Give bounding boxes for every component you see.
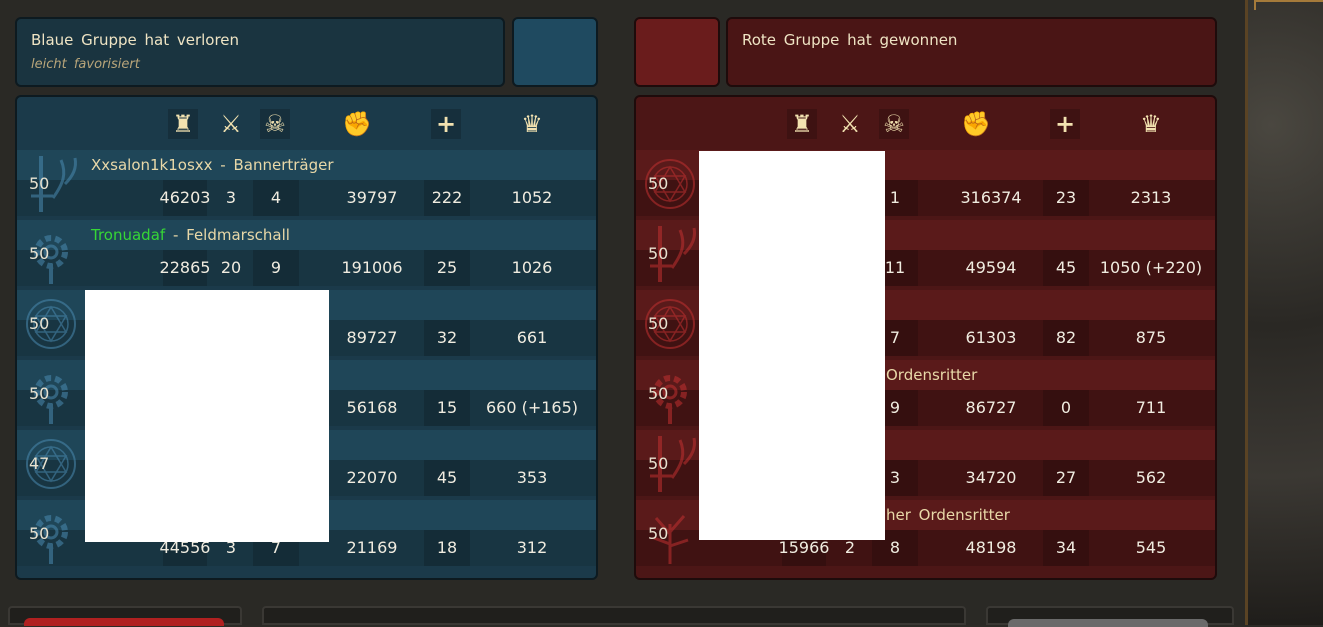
player-level: 50	[648, 384, 669, 403]
red-team-header: Rote Gruppe hat gewonnen	[726, 17, 1217, 87]
crossed-swords-icon: ⚔	[839, 110, 861, 138]
player-name-line: her Ordensritter	[886, 506, 1010, 524]
fist-icon: ✊	[961, 110, 991, 138]
bottom-panel-center	[262, 606, 966, 625]
player-level: 50	[648, 174, 669, 193]
player-row[interactable]: 50 Tronuadaf - Feldmarschall 22865 20 9 19100…	[17, 220, 596, 290]
stat-v6: 545	[1135, 538, 1167, 557]
name-separator: -	[165, 226, 187, 244]
crossed-swords-icon: ⚔	[220, 110, 242, 138]
stat-v6: 562	[1135, 468, 1167, 487]
player-level: 50	[29, 244, 50, 263]
blue-team-header: Blaue Gruppe hat verloren leicht favoris…	[15, 17, 505, 87]
background-scenery	[1245, 0, 1323, 625]
column-header: ♜ ⚔ ☠ ✊ + ♛	[17, 97, 596, 152]
player-name: Xxsalon1k1osxx	[91, 156, 213, 174]
player-level: 50	[29, 384, 50, 403]
plus-icon: +	[431, 109, 461, 139]
stat-v6: 1052	[511, 188, 553, 207]
red-team-banner-slot	[634, 17, 720, 87]
fist-icon: ✊	[342, 110, 372, 138]
player-level: 50	[648, 314, 669, 333]
skull-icon: ☠	[260, 109, 290, 139]
crown-icon: ♛	[521, 110, 543, 138]
rook-icon: ♜	[787, 109, 817, 139]
stat-v6: 711	[1135, 398, 1167, 417]
skull-icon: ☠	[879, 109, 909, 139]
player-level: 50	[648, 454, 669, 473]
stat-v6: 353	[516, 468, 548, 487]
column-header: ♜ ⚔ ☠ ✊ + ♛	[636, 97, 1215, 152]
red-team-status: Rote Gruppe hat gewonnen	[742, 31, 958, 49]
blue-team-banner-slot	[512, 17, 598, 87]
blue-team-status: Blaue Gruppe hat verloren	[31, 31, 240, 49]
redacted-area	[85, 290, 329, 542]
stat-v6: 661	[516, 328, 548, 347]
crown-icon: ♛	[1140, 110, 1162, 138]
player-title: Ordensritter	[886, 366, 978, 384]
player-level: 50	[648, 524, 669, 543]
player-name-line: Ordensritter	[886, 366, 977, 384]
blue-team-favor: leicht favorisiert	[31, 57, 140, 72]
player-level: 50	[29, 524, 50, 543]
player-level: 50	[648, 244, 669, 263]
stat-v6: 312	[516, 538, 548, 557]
stat-v6: 1026	[511, 258, 553, 277]
rook-icon: ♜	[168, 109, 198, 139]
stat-v6: 660 (+165)	[485, 398, 579, 417]
name-separator: -	[212, 156, 234, 174]
player-level: 47	[29, 454, 50, 473]
player-name-line: Tronuadaf - Feldmarschall	[91, 226, 290, 244]
secondary-button[interactable]	[1008, 619, 1208, 627]
player-name-line: Xxsalon1k1osxx - Bannerträger	[91, 156, 334, 174]
player-level: 50	[29, 174, 50, 193]
plus-icon: +	[1050, 109, 1080, 139]
stat-v6: 2313	[1130, 188, 1172, 207]
player-row[interactable]: 50 Xxsalon1k1osxx - Bannerträger 46203 3 4 39…	[17, 150, 596, 220]
player-title: her Ordensritter	[886, 506, 1010, 524]
stat-v6: 1050 (+220)	[1099, 258, 1203, 277]
player-level: 50	[29, 314, 50, 333]
player-name: Tronuadaf	[91, 226, 166, 244]
stat-v6: 875	[1135, 328, 1167, 347]
redacted-area	[699, 151, 885, 540]
player-title: Feldmarschall	[186, 226, 290, 244]
player-title: Bannerträger	[233, 156, 334, 174]
